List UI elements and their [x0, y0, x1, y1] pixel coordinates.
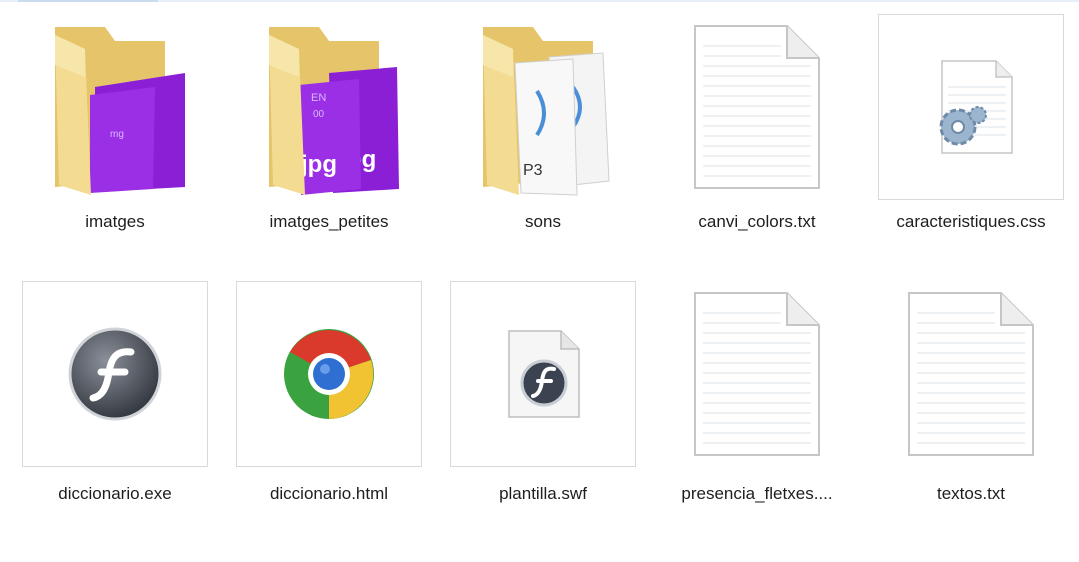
file-grid: mg imatges pg N jpg EN 00 imatges_petite… — [12, 8, 1079, 548]
file-item-caracteristiques-css[interactable]: caracteristiques.css — [868, 8, 1079, 278]
file-item-diccionario-html[interactable]: diccionario.html — [226, 278, 440, 548]
file-label: imatges — [85, 212, 145, 231]
file-label: diccionario.exe — [58, 484, 172, 503]
file-item-plantilla-swf[interactable]: plantilla.swf — [440, 278, 654, 548]
file-label: imatges_petites — [269, 212, 389, 231]
file-item-sons[interactable]: 3 P3 sons — [440, 8, 654, 278]
svg-text:00: 00 — [313, 109, 325, 120]
thumb-text-jpg: jpg — [300, 151, 337, 178]
text-file-icon — [878, 281, 1064, 467]
file-item-diccionario-exe[interactable]: diccionario.exe — [12, 278, 226, 548]
file-label: diccionario.html — [269, 484, 389, 503]
svg-text:EN: EN — [311, 92, 326, 104]
flash-app-icon — [22, 281, 208, 467]
window-top-border — [0, 0, 1079, 2]
folder-images-icon: mg — [22, 14, 208, 200]
file-label: sons — [525, 212, 561, 231]
file-item-textos-txt[interactable]: textos.txt — [868, 278, 1079, 548]
file-label: presencia_fletxes.... — [681, 484, 833, 503]
css-file-icon — [878, 14, 1064, 200]
file-label: caracteristiques.css — [896, 212, 1046, 231]
file-item-imatges-petites[interactable]: pg N jpg EN 00 imatges_petites — [226, 8, 440, 278]
chrome-html-icon — [236, 281, 422, 467]
file-item-imatges[interactable]: mg imatges — [12, 8, 226, 278]
file-label: plantilla.swf — [499, 484, 587, 503]
file-label: canvi_colors.txt — [698, 212, 816, 231]
folder-images-icon: pg N jpg EN 00 — [236, 14, 422, 200]
folder-audio-icon: 3 P3 — [450, 14, 636, 200]
file-item-canvi-colors-txt[interactable]: canvi_colors.txt — [654, 8, 868, 278]
selection-highlight — [18, 0, 158, 2]
text-file-icon — [664, 14, 850, 200]
file-item-presencia-fletxes[interactable]: presencia_fletxes.... — [654, 278, 868, 548]
svg-text:mg: mg — [110, 129, 124, 140]
thumb-text-mp3: P3 — [523, 162, 543, 179]
text-file-icon — [664, 281, 850, 467]
swf-file-icon — [450, 281, 636, 467]
file-label: textos.txt — [936, 484, 1006, 503]
